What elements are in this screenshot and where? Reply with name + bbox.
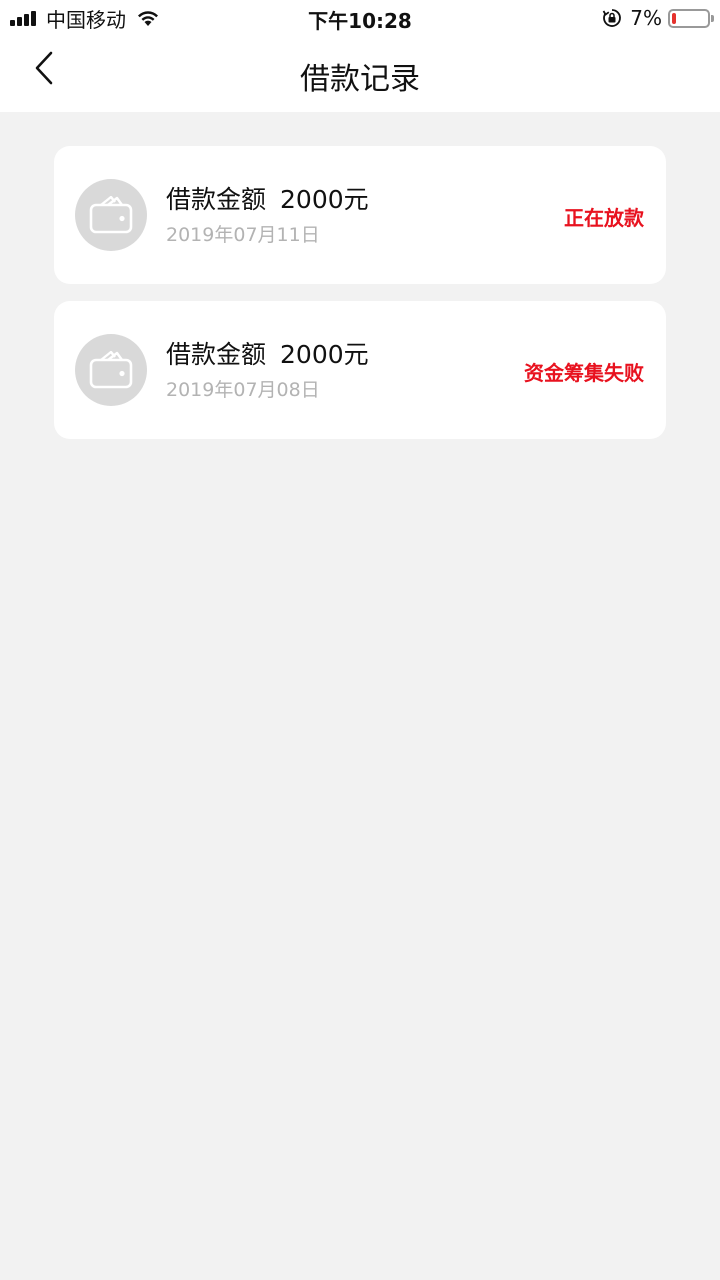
loan-amount-value: 2000元 [280,185,369,214]
page-title: 借款记录 [300,62,420,97]
loan-amount-row: 借款金额 2000元 [166,335,369,371]
orientation-lock-icon [602,9,622,27]
status-right: 7% [602,6,714,30]
wallet-icon [75,179,147,251]
loan-amount-row: 借款金额 2000元 [166,180,369,216]
loan-status: 正在放款 [564,206,644,230]
loan-amount-value: 2000元 [280,340,369,369]
battery-icon [668,8,714,28]
loan-date: 2019年07月08日 [166,379,320,401]
loan-record-card[interactable]: 借款金额 2000元 2019年07月11日 正在放款 [54,146,666,284]
nav-bar: 借款记录 [0,36,720,112]
loan-amount-label: 借款金额 [166,185,267,214]
loan-record-list: 借款金额 2000元 2019年07月11日 正在放款 借款金额 2000元 201… [54,146,666,456]
loan-record-card[interactable]: 借款金额 2000元 2019年07月08日 资金筹集失败 [54,301,666,439]
status-bar: 中国移动 下午10:28 7% [0,0,720,36]
loan-status: 资金筹集失败 [524,361,644,385]
loan-date: 2019年07月11日 [166,224,320,246]
loan-amount-label: 借款金额 [166,340,267,369]
battery-percent: 7% [630,6,662,30]
wallet-icon [75,334,147,406]
battery-level-fill [672,12,677,24]
